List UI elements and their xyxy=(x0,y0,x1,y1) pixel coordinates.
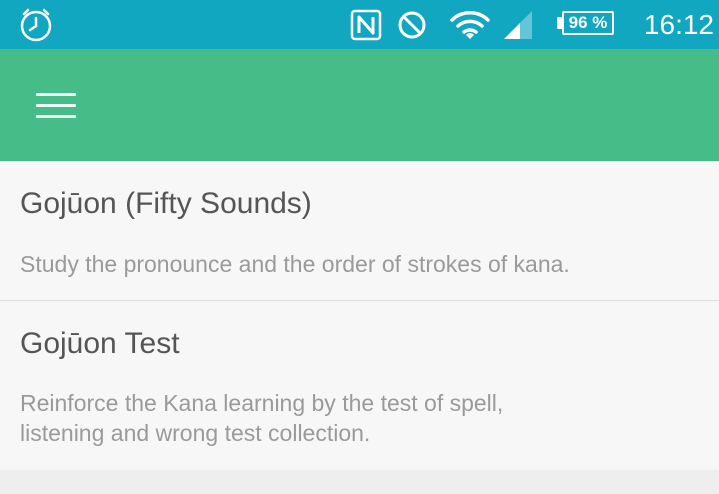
list-item-gojuon[interactable]: Gojūon (Fifty Sounds) Study the pronounc… xyxy=(0,161,719,301)
do-not-disturb-icon xyxy=(397,0,427,49)
nfc-icon xyxy=(350,0,382,49)
battery-indicator: 96 % xyxy=(562,11,614,35)
list-item-title: Gojūon (Fifty Sounds) xyxy=(20,187,312,220)
menu-line xyxy=(36,114,76,118)
status-bar: 96 % 16:12 xyxy=(0,0,719,49)
subtitle-line: listening and wrong test collection. xyxy=(20,420,371,446)
wifi-icon xyxy=(450,0,490,49)
status-time: 16:12 xyxy=(643,8,714,40)
app-bar xyxy=(0,49,719,161)
list-item-subtitle: Study the pronounce and the order of str… xyxy=(20,251,570,277)
list-item-title: Gojūon Test xyxy=(20,327,180,360)
list-item-subtitle: Reinforce the Kana learning by the test … xyxy=(20,388,620,448)
menu-line xyxy=(36,103,76,107)
menu-line xyxy=(36,92,76,96)
list-item-gojuon-test[interactable]: Gojūon Test Reinforce the Kana learning … xyxy=(0,301,719,470)
alarm-clock-icon xyxy=(18,0,54,49)
cell-signal-icon xyxy=(502,0,534,49)
menu-list: Gojūon (Fifty Sounds) Study the pronounc… xyxy=(0,161,719,470)
hamburger-menu-icon[interactable] xyxy=(24,81,88,129)
subtitle-line: Reinforce the Kana learning by the test … xyxy=(20,390,504,416)
